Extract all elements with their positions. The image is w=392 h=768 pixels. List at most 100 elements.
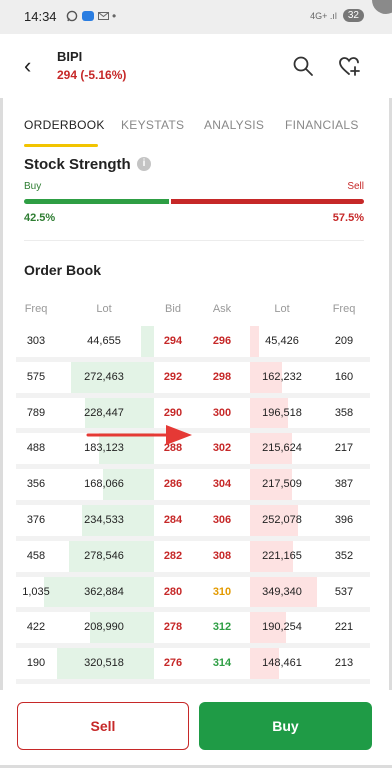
watchlist-heart-icon[interactable] bbox=[337, 54, 361, 78]
tab-orderbook[interactable]: ORDERBOOK bbox=[24, 118, 105, 132]
strength-buy-label: Buy bbox=[24, 181, 42, 192]
tab-bar: ORDERBOOK KEYSTATS ANALYSIS FINANCIALS bbox=[0, 108, 392, 148]
cell-freq-ask: 160 bbox=[334, 370, 354, 383]
cell-bid[interactable]: 284 bbox=[154, 505, 192, 536]
info-icon[interactable]: i bbox=[137, 157, 151, 171]
cell-bid[interactable]: 282 bbox=[154, 541, 192, 572]
price-line: 294 (-5.16%) bbox=[57, 68, 126, 82]
cell-freq-ask: 217 bbox=[334, 442, 354, 455]
strength-bar-sell bbox=[170, 199, 364, 204]
signal-icon: 4G+ .ıl bbox=[310, 10, 337, 21]
header-lot-ask: Lot bbox=[274, 303, 290, 315]
order-book-row[interactable]: 422 208,990 278 312 190,254 221 bbox=[16, 612, 370, 649]
cell-ask[interactable]: 304 bbox=[203, 469, 241, 500]
cell-lot-bid: 278,546 bbox=[84, 549, 124, 562]
order-book-row[interactable]: 575 272,463 292 298 162,232 160 bbox=[16, 361, 370, 398]
cell-lot-bid: 362,884 bbox=[84, 585, 124, 598]
dot-icon: • bbox=[112, 9, 117, 23]
cell-ask[interactable]: 314 bbox=[203, 648, 241, 679]
app-header: ‹ BIPI 294 (-5.16%) bbox=[0, 34, 392, 98]
cell-lot-ask: 45,426 bbox=[265, 335, 299, 347]
cell-ask[interactable]: 308 bbox=[203, 541, 241, 572]
order-book-row[interactable]: 303 44,655 294 296 45,426 209 bbox=[16, 326, 370, 362]
header-freq-bid: Freq bbox=[24, 303, 48, 315]
tab-financials[interactable]: FINANCIALS bbox=[285, 118, 359, 132]
cell-freq-bid: 1,035 bbox=[22, 585, 50, 598]
mail-icon bbox=[98, 12, 109, 20]
order-book-row[interactable]: 376 234,533 284 306 252,078 396 bbox=[16, 504, 370, 541]
cell-freq-ask: 387 bbox=[334, 478, 354, 491]
sell-button[interactable]: Sell bbox=[17, 702, 189, 750]
cell-bid[interactable]: 276 bbox=[154, 648, 192, 679]
order-book-row[interactable]: 458 278,546 282 308 221,165 352 bbox=[16, 540, 370, 577]
cell-ask[interactable]: 302 bbox=[203, 433, 241, 464]
stock-strength-title: Stock Strength bbox=[24, 156, 131, 173]
cell-bid[interactable]: 278 bbox=[154, 612, 192, 643]
cell-freq-ask: 352 bbox=[334, 549, 354, 562]
cell-lot-ask: 215,624 bbox=[262, 442, 302, 455]
cell-bid[interactable]: 294 bbox=[154, 326, 192, 357]
cell-freq-bid: 575 bbox=[26, 370, 46, 383]
back-icon[interactable]: ‹ bbox=[24, 55, 31, 77]
cell-ask[interactable]: 312 bbox=[203, 612, 241, 643]
action-bar: Sell Buy bbox=[0, 690, 392, 765]
cell-freq-ask: 396 bbox=[334, 513, 354, 526]
cell-bid[interactable]: 286 bbox=[154, 469, 192, 500]
status-right: 4G+ .ıl 32 bbox=[310, 9, 364, 22]
battery-icon: 32 bbox=[342, 9, 364, 22]
strength-bar bbox=[24, 199, 364, 204]
strength-sell-percent: 57.5% bbox=[332, 212, 364, 224]
cell-lot-ask: 252,078 bbox=[262, 513, 302, 526]
cell-freq-bid: 488 bbox=[26, 442, 46, 455]
cell-freq-bid: 190 bbox=[26, 657, 46, 670]
strength-buy-percent: 42.5% bbox=[24, 212, 56, 224]
cell-freq-bid: 422 bbox=[26, 621, 46, 634]
strength-bar-buy bbox=[24, 199, 169, 204]
cell-ask[interactable]: 296 bbox=[203, 326, 241, 357]
status-time: 14:34 bbox=[24, 9, 57, 24]
cell-lot-bid: 272,463 bbox=[84, 370, 124, 383]
tab-keystats[interactable]: KEYSTATS bbox=[121, 118, 184, 132]
cell-lot-bid: 208,990 bbox=[84, 621, 124, 634]
cell-freq-ask: 221 bbox=[334, 621, 354, 634]
cell-lot-ask: 162,232 bbox=[262, 370, 302, 383]
cell-lot-bid: 234,533 bbox=[84, 513, 124, 526]
cell-ask[interactable]: 300 bbox=[203, 398, 241, 429]
buy-button[interactable]: Buy bbox=[199, 702, 372, 750]
cell-lot-ask: 217,509 bbox=[262, 478, 302, 491]
tab-analysis[interactable]: ANALYSIS bbox=[204, 118, 264, 132]
status-bar: 14:34 • 4G+ .ıl 32 bbox=[0, 0, 392, 34]
cell-lot-bid: 320,518 bbox=[84, 657, 124, 670]
cell-lot-bid: 44,655 bbox=[87, 335, 121, 347]
order-book-row[interactable]: 1,035 362,884 280 310 349,340 537 bbox=[16, 576, 370, 613]
cell-bid[interactable]: 292 bbox=[154, 362, 192, 393]
cell-lot-ask: 221,165 bbox=[262, 549, 302, 562]
cell-lot-bid: 168,066 bbox=[84, 478, 124, 491]
cell-bid[interactable]: 280 bbox=[154, 577, 192, 608]
header-bid: Bid bbox=[165, 303, 181, 315]
cell-ask[interactable]: 298 bbox=[203, 362, 241, 393]
cell-freq-bid: 458 bbox=[26, 549, 46, 562]
cell-ask[interactable]: 310 bbox=[203, 577, 241, 608]
order-book-title: Order Book bbox=[24, 262, 102, 278]
cell-freq-bid: 376 bbox=[26, 513, 46, 526]
order-book-table: 303 44,655 294 296 45,426 209 575 272,463 292 298… bbox=[16, 326, 370, 684]
cell-ask[interactable]: 306 bbox=[203, 505, 241, 536]
order-book-row[interactable]: 190 320,518 276 314 148,461 213 bbox=[16, 648, 370, 684]
app-icon bbox=[82, 11, 94, 21]
order-book-row[interactable]: 356 168,066 286 304 217,509 387 bbox=[16, 469, 370, 505]
cell-lot-ask: 196,518 bbox=[262, 406, 302, 419]
header-ask: Ask bbox=[212, 303, 232, 315]
stock-ticker: BIPI bbox=[57, 49, 83, 64]
cell-lot-ask: 349,340 bbox=[262, 585, 302, 598]
active-tab-indicator bbox=[24, 144, 98, 147]
search-icon[interactable] bbox=[291, 54, 315, 78]
header-freq-ask: Freq bbox=[332, 303, 356, 315]
whatsapp-icon bbox=[66, 10, 78, 22]
cell-freq-bid: 789 bbox=[26, 406, 46, 419]
cell-lot-ask: 148,461 bbox=[262, 657, 302, 670]
notification-icons: • bbox=[66, 9, 116, 23]
cell-freq-ask: 537 bbox=[334, 585, 354, 598]
cell-lot-ask: 190,254 bbox=[262, 621, 302, 634]
cell-freq-ask: 209 bbox=[334, 335, 354, 347]
